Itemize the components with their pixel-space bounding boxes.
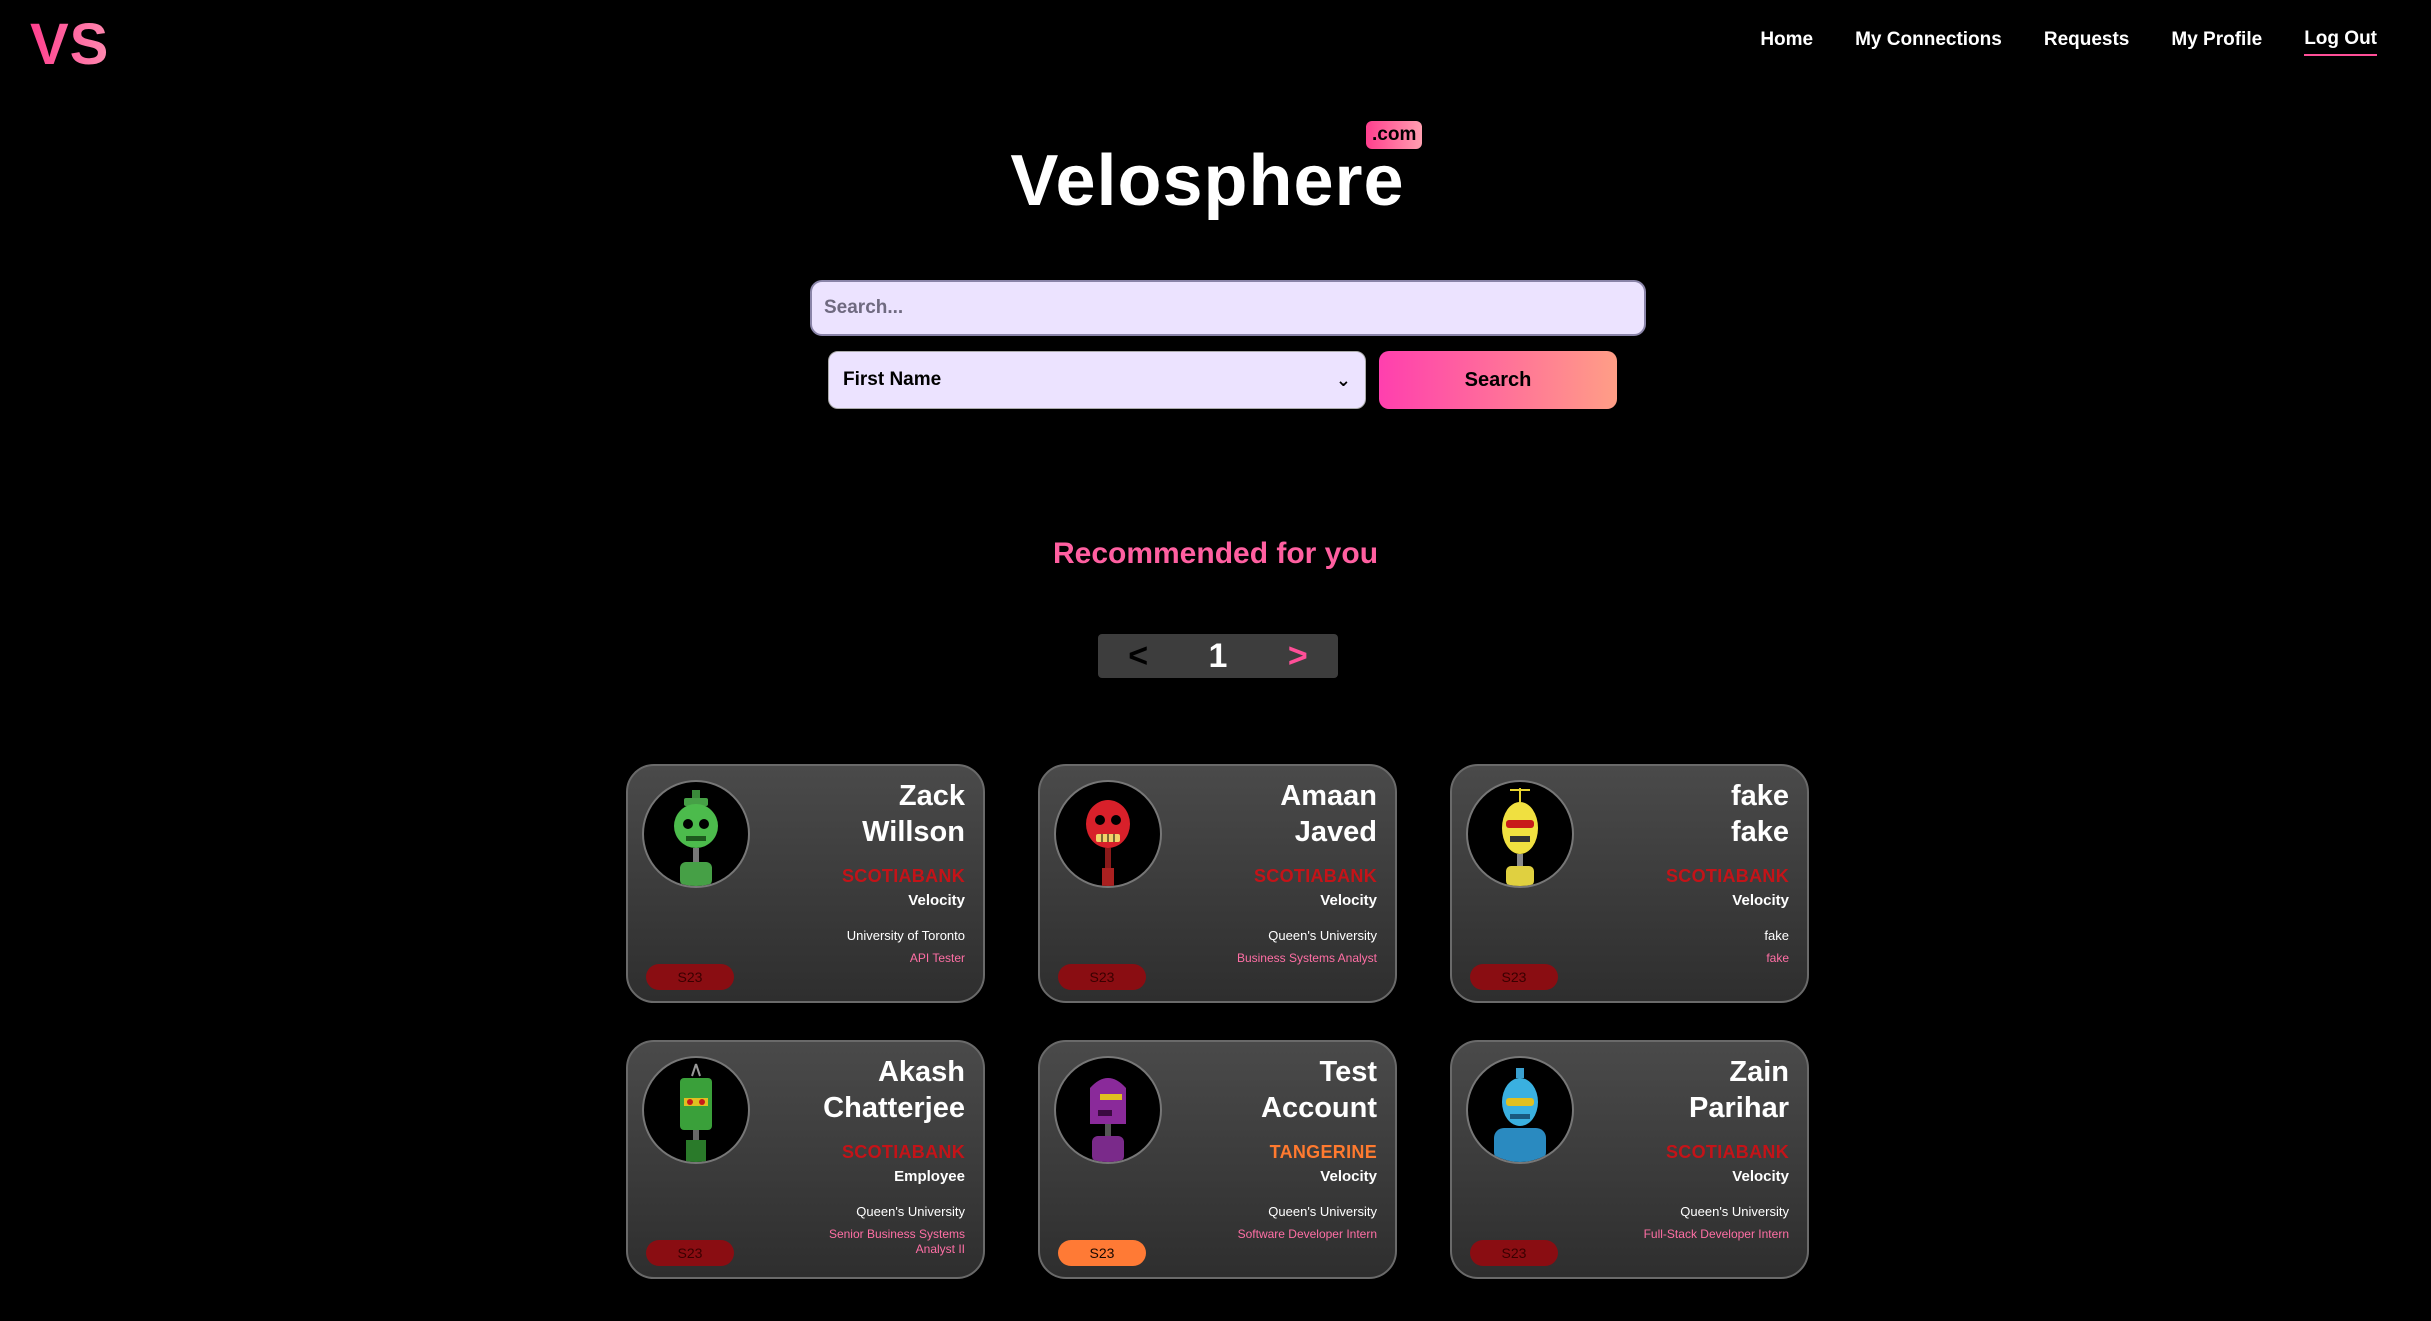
brand-title: Velosphere bbox=[1010, 141, 1405, 221]
card-school: Queen's University bbox=[856, 1204, 965, 1219]
card-first-name: Amaan bbox=[1280, 780, 1377, 812]
card-name: Amaan Javed bbox=[1280, 778, 1377, 850]
card-role: Senior Business Systems Analyst II bbox=[828, 1227, 965, 1256]
profile-card[interactable]: Zack Willson SCOTIABANK Velocity Univers… bbox=[626, 764, 985, 1003]
top-nav: Home My Connections Requests My Profile … bbox=[1760, 28, 2377, 56]
card-company: SCOTIABANK bbox=[1254, 866, 1377, 886]
profile-card[interactable]: fake fake SCOTIABANK Velocity fake fake … bbox=[1450, 764, 1809, 1003]
card-role: fake bbox=[1766, 951, 1789, 965]
card-first-name: Zain bbox=[1729, 1056, 1789, 1088]
blue-robot-icon bbox=[1466, 1056, 1574, 1164]
card-term-badge: S23 bbox=[646, 1240, 734, 1266]
card-name: fake fake bbox=[1731, 778, 1789, 850]
card-term-badge: S23 bbox=[1470, 964, 1558, 990]
card-team: Velocity bbox=[1732, 1168, 1789, 1185]
card-first-name: Akash bbox=[877, 1056, 965, 1088]
card-last-name: Parihar bbox=[1689, 1092, 1789, 1124]
card-name: Test Account bbox=[1261, 1054, 1377, 1126]
card-role: Business Systems Analyst bbox=[1236, 951, 1377, 965]
card-name: Zack Willson bbox=[862, 778, 965, 850]
card-last-name: Chatterjee bbox=[823, 1092, 965, 1124]
card-team: Velocity bbox=[1320, 892, 1377, 909]
nav-my-profile[interactable]: My Profile bbox=[2171, 29, 2262, 55]
profile-card[interactable]: Amaan Javed SCOTIABANK Velocity Queen's … bbox=[1038, 764, 1397, 1003]
profile-card[interactable]: Akash Chatterjee SCOTIABANK Employee Que… bbox=[626, 1040, 985, 1279]
nav-my-connections[interactable]: My Connections bbox=[1855, 29, 2002, 55]
card-school: University of Toronto bbox=[846, 928, 965, 943]
card-company: SCOTIABANK bbox=[1666, 866, 1789, 886]
purple-robot-icon bbox=[1054, 1056, 1162, 1164]
recommended-title: Recommended for you bbox=[1052, 537, 1379, 570]
next-page-button[interactable]: > bbox=[1288, 637, 1308, 676]
search-filter-select[interactable]: First Name ⌄ bbox=[828, 351, 1366, 409]
card-first-name: fake bbox=[1730, 780, 1789, 812]
card-school: Queen's University bbox=[1268, 1204, 1377, 1219]
card-name: Akash Chatterjee bbox=[823, 1054, 965, 1126]
card-school: fake bbox=[1764, 928, 1789, 943]
brand-tld-badge: .com bbox=[1366, 121, 1423, 149]
card-last-name: fake bbox=[1730, 816, 1789, 848]
nav-log-out[interactable]: Log Out bbox=[2304, 28, 2377, 56]
card-first-name: Zack bbox=[898, 780, 965, 812]
card-company: TANGERINE bbox=[1269, 1142, 1377, 1162]
card-company: SCOTIABANK bbox=[842, 866, 965, 886]
card-company: SCOTIABANK bbox=[1666, 1142, 1789, 1162]
card-role: Full-Stack Developer Intern bbox=[1643, 1227, 1789, 1241]
card-role: API Tester bbox=[909, 951, 965, 965]
card-term-badge: S23 bbox=[646, 964, 734, 990]
card-term-badge: S23 bbox=[1058, 964, 1146, 990]
current-page: 1 bbox=[1208, 636, 1228, 675]
brand-heading: Velosphere bbox=[0, 140, 2431, 222]
profile-card[interactable]: Zain Parihar SCOTIABANK Velocity Queen's… bbox=[1450, 1040, 1809, 1279]
card-first-name: Test bbox=[1319, 1056, 1377, 1088]
nav-requests[interactable]: Requests bbox=[2044, 29, 2130, 55]
card-last-name: Account bbox=[1261, 1092, 1377, 1124]
pagination: < 1 > bbox=[1098, 634, 1338, 678]
card-role: Software Developer Intern bbox=[1237, 1227, 1377, 1241]
green-box-robot-icon bbox=[642, 1056, 750, 1164]
yellow-robot-icon bbox=[1466, 780, 1574, 888]
nav-home[interactable]: Home bbox=[1760, 29, 1813, 55]
card-name: Zain Parihar bbox=[1689, 1054, 1789, 1126]
card-term-badge: S23 bbox=[1470, 1240, 1558, 1266]
card-team: Velocity bbox=[908, 892, 965, 909]
search-filter-value: First Name bbox=[843, 369, 942, 390]
card-team: Velocity bbox=[1320, 1168, 1377, 1185]
search-input[interactable] bbox=[810, 280, 1646, 336]
card-team: Velocity bbox=[1732, 892, 1789, 909]
profile-card[interactable]: Test Account TANGERINE Velocity Queen's … bbox=[1038, 1040, 1397, 1279]
green-robot-icon bbox=[642, 780, 750, 888]
chevron-down-icon: ⌄ bbox=[1335, 369, 1351, 390]
card-company: SCOTIABANK bbox=[842, 1142, 965, 1162]
card-school: Queen's University bbox=[1268, 928, 1377, 943]
card-term-badge: S23 bbox=[1058, 1240, 1146, 1266]
card-school: Queen's University bbox=[1680, 1204, 1789, 1219]
prev-page-button[interactable]: < bbox=[1128, 637, 1148, 676]
red-robot-icon bbox=[1054, 780, 1162, 888]
card-last-name: Willson bbox=[862, 816, 965, 848]
card-team: Employee bbox=[894, 1168, 965, 1185]
card-last-name: Javed bbox=[1294, 816, 1377, 848]
logo[interactable]: VS bbox=[30, 10, 109, 80]
search-button[interactable]: Search bbox=[1379, 351, 1617, 409]
